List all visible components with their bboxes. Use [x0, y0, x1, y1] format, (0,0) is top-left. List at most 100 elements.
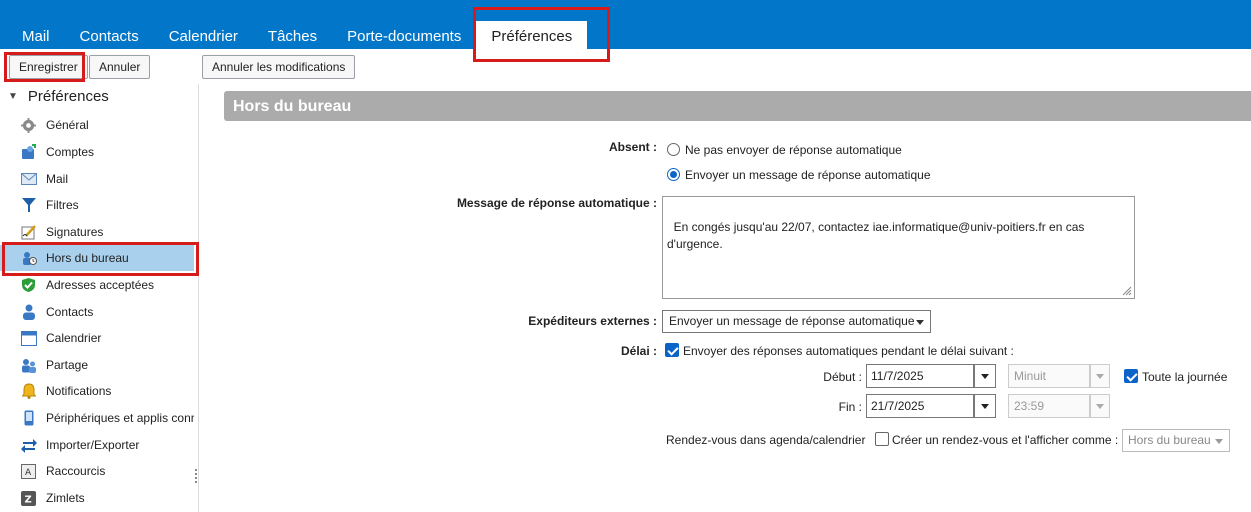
sidebar-item-label: Comptes	[46, 145, 95, 159]
import-export-icon	[20, 437, 37, 454]
delay-checkbox-label[interactable]: Envoyer des réponses automatiques pendan…	[683, 344, 1014, 358]
sidebar-item-label: Périphériques et applis conr	[46, 411, 194, 425]
out-of-office-icon	[20, 250, 37, 267]
end-label: Fin :	[838, 400, 862, 414]
calendar-icon	[20, 330, 37, 347]
radio-send-reply-label[interactable]: Envoyer un message de réponse automatiqu…	[685, 168, 931, 182]
sidebar-item-zimlets[interactable]: Z Zimlets	[0, 485, 194, 511]
start-date-picker-button[interactable]	[974, 364, 996, 388]
toolbar: Enregistrer Annuler Annuler les modifica…	[0, 49, 1251, 84]
resize-grip-icon[interactable]	[1122, 286, 1132, 296]
sidebar-item-filters[interactable]: Filtres	[0, 192, 194, 218]
appointment-show-as-select: Hors du bureau	[1122, 429, 1230, 452]
sidebar-item-general[interactable]: Général	[0, 112, 194, 138]
signature-icon	[20, 224, 37, 241]
zimlet-icon: Z	[20, 490, 37, 507]
message-label: Message de réponse automatique :	[456, 196, 657, 210]
shortcut-icon: A	[20, 463, 37, 480]
sidebar-item-label: Général	[46, 118, 89, 132]
sidebar-item-accepted-addresses[interactable]: Adresses acceptées	[0, 272, 194, 298]
sidebar-item-label: Filtres	[46, 198, 79, 212]
accounts-icon	[20, 144, 37, 161]
undo-changes-button[interactable]: Annuler les modifications	[202, 55, 356, 79]
sidebar-item-label: Mail	[46, 172, 69, 186]
tab-briefcase[interactable]: Porte-documents	[332, 0, 476, 49]
start-date-input[interactable]: 11/7/2025	[866, 364, 974, 388]
absent-label: Absent :	[609, 140, 657, 154]
radio-no-reply-label[interactable]: Ne pas envoyer de réponse automatique	[685, 143, 902, 157]
sidebar-item-mail[interactable]: Mail	[0, 166, 194, 192]
sidebar-item-contacts[interactable]: Contacts	[0, 299, 194, 325]
tab-tasks[interactable]: Tâches	[253, 0, 332, 49]
device-icon	[20, 410, 37, 427]
appointment-label: Rendez-vous dans agenda/calendrier	[666, 433, 866, 447]
page-title: Hors du bureau	[233, 98, 352, 115]
sidebar-item-calendar[interactable]: Calendrier	[0, 325, 194, 351]
tab-contacts[interactable]: Contacts	[65, 0, 154, 49]
bell-icon	[20, 383, 37, 400]
shield-check-icon	[20, 277, 37, 294]
sidebar-item-label: Adresses acceptées	[46, 278, 155, 292]
sidebar-item-label: Zimlets	[46, 491, 85, 505]
sidebar-resize-handle[interactable]	[195, 469, 198, 485]
gear-icon	[20, 117, 37, 134]
envelope-icon	[20, 171, 37, 188]
sidebar-item-signatures[interactable]: Signatures	[0, 219, 194, 245]
external-senders-select[interactable]: Envoyer un message de réponse automatiqu…	[662, 310, 931, 333]
sidebar-item-notifications[interactable]: Notifications	[0, 378, 194, 404]
person-icon	[20, 304, 37, 321]
all-day-checkbox[interactable]	[1124, 369, 1138, 383]
tree-root-preferences[interactable]: ▼ Préférences	[8, 88, 109, 105]
start-label: Début :	[823, 370, 862, 384]
preferences-sidebar: ▼ Préférences Général Comptes Mail Filtr…	[0, 84, 199, 512]
end-time-input: 23:59	[1008, 394, 1090, 418]
chevron-down-icon	[916, 320, 924, 325]
appointment-checkbox[interactable]	[875, 432, 889, 446]
auto-reply-message-text: En congés jusqu'au 22/07, contactez iae.…	[667, 220, 1085, 251]
sidebar-item-label: Partage	[46, 358, 89, 372]
radio-no-reply[interactable]	[667, 143, 680, 156]
sidebar-item-label: Raccourcis	[46, 464, 106, 478]
start-time-input: Minuit	[1008, 364, 1090, 388]
collapse-triangle-icon[interactable]: ▼	[8, 91, 18, 102]
appointment-checkbox-label[interactable]: Créer un rendez-vous et l'afficher comme…	[892, 433, 1118, 447]
sidebar-item-label: Importer/Exporter	[46, 438, 140, 452]
start-time-dropdown	[1090, 364, 1110, 388]
end-date-picker-button[interactable]	[974, 394, 996, 418]
sidebar-item-label: Hors du bureau	[46, 251, 129, 265]
sidebar-item-shortcuts[interactable]: A Raccourcis	[0, 458, 194, 484]
cancel-button[interactable]: Annuler	[89, 55, 151, 79]
sidebar-item-sharing[interactable]: Partage	[0, 352, 194, 378]
end-time-dropdown	[1090, 394, 1110, 418]
tree-root-label: Préférences	[27, 88, 109, 105]
tab-calendar[interactable]: Calendrier	[154, 0, 253, 49]
external-senders-label: Expéditeurs externes :	[528, 314, 657, 328]
sidebar-item-accounts[interactable]: Comptes	[0, 139, 194, 165]
tab-preferences[interactable]: Préférences	[476, 21, 588, 49]
delay-label: Délai :	[620, 344, 657, 358]
delay-checkbox[interactable]	[665, 343, 679, 357]
svg-text:Z: Z	[25, 494, 32, 505]
sidebar-item-label: Notifications	[46, 384, 112, 398]
radio-send-reply[interactable]	[667, 168, 680, 181]
sidebar-item-out-of-office[interactable]: Hors du bureau	[0, 245, 194, 271]
chevron-down-icon	[1215, 439, 1223, 444]
svg-text:A: A	[25, 468, 32, 478]
auto-reply-message-textarea[interactable]: En congés jusqu'au 22/07, contactez iae.…	[662, 196, 1135, 299]
tab-mail[interactable]: Mail	[6, 0, 65, 49]
end-date-input[interactable]: 21/7/2025	[866, 394, 974, 418]
sidebar-item-label: Calendrier	[46, 331, 102, 345]
share-icon	[20, 357, 37, 374]
filter-icon	[20, 197, 37, 214]
app-tabs: Mail Contacts Calendrier Tâches Porte-do…	[6, 0, 588, 49]
app-header-bar: Mail Contacts Calendrier Tâches Porte-do…	[0, 0, 1251, 49]
sidebar-item-label: Signatures	[46, 225, 104, 239]
section-header: Hors du bureau	[224, 91, 1251, 121]
sidebar-item-label: Contacts	[46, 305, 94, 319]
external-senders-value: Envoyer un message de réponse automatiqu…	[669, 314, 915, 328]
all-day-label[interactable]: Toute la journée	[1142, 370, 1227, 384]
save-button[interactable]: Enregistrer	[9, 55, 88, 79]
sidebar-item-import-export[interactable]: Importer/Exporter	[0, 432, 194, 458]
sidebar-item-devices[interactable]: Périphériques et applis conr	[0, 405, 194, 431]
appointment-show-as-value: Hors du bureau	[1128, 433, 1211, 447]
